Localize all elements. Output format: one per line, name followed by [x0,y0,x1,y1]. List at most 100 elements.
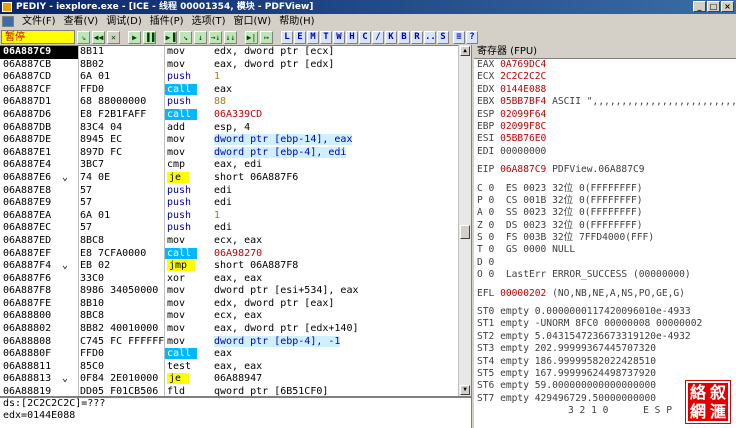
flag-row[interactable]: A 0 SS 0023 32位 0(FFFFFFFF) [474,207,736,219]
patches-window-button[interactable]: / [372,30,384,44]
disasm-row[interactable]: ⌄ 06A88813 0F84 2E010000 je 06A88947 [0,373,471,387]
handles-window-button[interactable]: H [346,30,358,44]
disasm-row[interactable]: 06A887D1 68 88000000 push 88 [0,96,471,109]
registers-pane[interactable]: 寄存器 (FPU) EAX 0A769DC4 ECX 2C2C2C2C EDX … [474,45,736,428]
cpu-window-button[interactable]: C [359,30,371,44]
source-window-button[interactable]: S [437,30,449,44]
run-trace-window-button[interactable]: ... [424,30,441,44]
disasm-row[interactable]: 06A887CD 6A 01 push 1 [0,71,471,84]
modules-window-button[interactable]: E [294,30,306,44]
memory-window-button[interactable]: M [307,30,319,44]
scroll-down-icon[interactable]: ▼ [460,385,470,395]
eip-register[interactable]: EIP 06A887C9 PDFView.06A887C9 [474,164,736,176]
disasm-row[interactable]: 06A887C9 8B11 mov edx, dword ptr [ecx] [0,46,471,59]
threads-window-button[interactable]: T [320,30,332,44]
register-ecx[interactable]: ECX 2C2C2C2C [474,71,736,83]
disasm-row[interactable]: 06A887DE 8945 EC mov dword ptr [ebp-14], ea… [0,134,471,147]
disasm-row[interactable]: 06A887D6 E8 F2B1FAFF call 06A339CD [0,108,471,122]
disasm-row[interactable]: 06A887ED 8BC8 mov ecx, eax [0,234,471,248]
disasm-row[interactable]: 06A887F6 33C0 xor eax, eax [0,272,471,286]
register-edi[interactable]: EDI 00000000 [474,146,736,158]
disasm-row[interactable]: 06A887F8 8986 34050000 mov dword ptr [esi+5… [0,285,471,298]
disasm-row[interactable]: 06A887EC 57 push edi [0,222,471,235]
disasm-row[interactable]: 06A887CB 8B02 mov eax, dword ptr [edx] [0,58,471,72]
fpu-register[interactable]: ST0 empty 0.0000000117420096010e-4933 [474,306,736,318]
windows-window-button[interactable]: W [333,30,345,44]
flag-row[interactable]: O 0 LastErr ERROR_SUCCESS (00000000) [474,269,736,281]
disasm-row[interactable]: 06A8880F FFD0 call eax [0,348,471,361]
fpu-register[interactable]: ST1 empty -UNORM 8FC0 00000008 00000002 [474,318,736,330]
references-window-button[interactable]: R [411,30,423,44]
maximize-button[interactable]: □ [707,1,720,12]
disasm-row[interactable]: 06A887E4 3BC7 cmp eax, edi [0,159,471,172]
register-esi[interactable]: ESI 05BB76E0 [474,133,736,145]
execute-till-return-button[interactable]: ↓↓ [224,30,237,44]
fpu-register[interactable]: ST2 empty 5.0431547236673319120e-4932 [474,331,736,343]
disasm-hex: DD05 F01CB506 [78,386,164,396]
disasm-row[interactable]: 06A887CF FFD0 call eax [0,83,471,97]
menu-debug[interactable]: 调试(D) [102,14,146,29]
fpu-register[interactable]: ST3 empty 202.99999367445707320 [474,343,736,355]
disassembly-scrollbar[interactable]: ▲ ▼ [458,45,471,396]
register-ebp[interactable]: EBP 02099F8C [474,121,736,133]
run-button[interactable]: ▶ [128,30,141,44]
run-to-user-code-button[interactable]: ↦ [260,30,273,44]
register-edx[interactable]: EDX 0144E088 [474,84,736,96]
disasm-hex: 897D FC [78,146,164,160]
open-button[interactable]: ⇘ [77,30,90,44]
step-over-button[interactable]: ↘ [179,30,192,44]
flag-row[interactable]: C 0 ES 0023 32位 0(FFFFFFFF) [474,183,736,195]
disasm-row[interactable]: 06A88811 85C0 test eax, eax [0,360,471,374]
disasm-operand: eax, dword ptr [edx] [214,58,335,70]
log-window-button[interactable]: L [281,30,293,44]
mdi-window-icon[interactable] [2,16,14,27]
menu-view[interactable]: 查看(V) [60,14,103,29]
disasm-row[interactable]: 06A887EF E8 7CFA0000 call 06A98270 [0,247,471,261]
flag-row[interactable]: Z 0 DS 0023 32位 0(FFFFFFFF) [474,220,736,232]
registers-header[interactable]: 寄存器 (FPU) [474,45,736,59]
scroll-up-icon[interactable]: ▲ [460,46,470,56]
trace-over-button[interactable]: →↓ [209,30,222,44]
pause-button[interactable]: ▐▐ [143,30,156,44]
help-icon[interactable]: ? [466,30,478,44]
flag-row[interactable]: S 0 FS 003B 32位 7FFD4000(FFF) [474,232,736,244]
disasm-row[interactable]: 06A88802 8B82 40010000 mov eax, dword ptr [… [0,323,471,336]
disasm-row[interactable]: ⌄ 06A887F4 EB 02 jmp short 06A887F8 [0,260,471,273]
efl-register[interactable]: EFL 00000202 (NO,NB,NE,A,NS,PO,GE,G) [474,288,736,300]
disasm-row[interactable]: 06A887FE 8B10 mov edx, dword ptr [eax] [0,297,471,311]
disasm-row[interactable]: 06A887E9 57 push edi [0,197,471,210]
step-into-button[interactable]: ▶▐ [164,30,177,44]
call-stack-window-button[interactable]: K [385,30,397,44]
list-icon[interactable]: ≡ [453,30,465,44]
register-esp[interactable]: ESP 02099F64 [474,109,736,121]
menu-help[interactable]: 帮助(H) [275,14,318,29]
minimize-button[interactable]: _ [693,1,706,12]
disasm-row[interactable]: 06A88808 C745 FC FFFFFFFFmov dword ptr [eb… [0,335,471,349]
register-eax[interactable]: EAX 0A769DC4 [474,59,736,71]
flag-row[interactable]: T 0 GS 0000 NULL [474,244,736,256]
close-process-button[interactable]: ✕ [107,30,120,44]
menu-window[interactable]: 窗口(W) [230,14,276,29]
disasm-row[interactable]: 06A88819 DD05 F01CB506 fld qword ptr [6B51C… [0,386,471,396]
disasm-row[interactable]: 06A887E1 897D FC mov dword ptr [ebp-4], edi [0,146,471,160]
flag-row[interactable]: P 0 CS 001B 32位 0(FFFFFFFF) [474,195,736,207]
go-to-button[interactable]: ▶| [245,30,258,44]
restart-button[interactable]: ◀◀ [92,30,105,44]
fpu-register[interactable]: ST4 empty 186.99999582022428510 [474,356,736,368]
fpu-register[interactable]: ST5 empty 167.99999624498737920 [474,368,736,380]
scroll-thumb[interactable] [460,225,470,239]
disasm-row[interactable]: 06A887DB 83C4 04 add esp, 4 [0,121,471,135]
close-button[interactable]: × [721,1,734,12]
disasm-row[interactable]: 06A887EA 6A 01 push 1 [0,209,471,223]
disasm-row[interactable]: 06A887E8 57 push edi [0,184,471,198]
menu-options[interactable]: 选项(T) [188,14,230,29]
register-ebx[interactable]: EBX 05BB7BF4 ASCII ",,,,,,,,,,,,,,,,,,,,… [474,96,736,108]
flag-row[interactable]: D 0 [474,257,736,269]
menu-file[interactable]: 文件(F) [18,14,60,29]
disassembly-pane[interactable]: 06A887C9 8B11 mov edx, dword ptr [ecx] 06A88… [0,45,471,396]
disasm-row[interactable]: ⌄ 06A887E6 74 0E je short 06A887F6 [0,171,471,185]
breakpoints-window-button[interactable]: B [398,30,410,44]
disasm-row[interactable]: 06A88800 8BC8 mov ecx, eax [0,310,471,324]
menu-plugins[interactable]: 插件(P) [146,14,188,29]
trace-into-button[interactable]: ↓ [194,30,207,44]
